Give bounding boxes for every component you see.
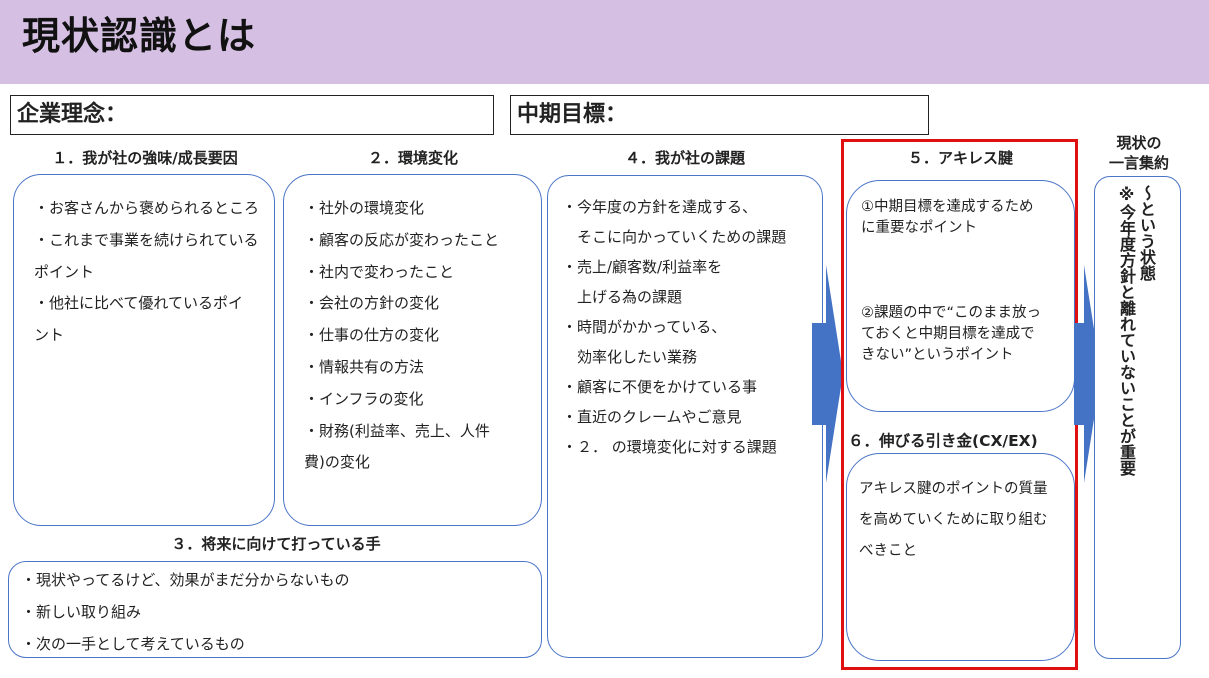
- philosophy-label: 企業理念：: [17, 102, 128, 127]
- trigger-box[interactable]: アキレス腱のポイントの質量 を高めていくために取り組む べきこと: [846, 453, 1075, 661]
- strength-item: ポイント: [34, 262, 95, 281]
- strength-item: ・他社に比べて優れているポイ: [34, 294, 243, 313]
- philosophy-label-box[interactable]: 企業理念：: [10, 95, 494, 135]
- issues-box[interactable]: ・今年度の方針を達成する、 そこに向かっていくための課題 ・売上/顧客数/利益率…: [547, 175, 823, 658]
- summary-title-line2: 一言集約: [1108, 154, 1169, 172]
- environment-item: ・財務(利益率、売上、人件: [304, 421, 490, 440]
- strength-title: １．我が社の強味/成長要因: [52, 149, 238, 167]
- strength-list: ・お客さんから褒められるところ ・これまで事業を続けられている ポイント ・他社…: [34, 193, 259, 352]
- strength-box[interactable]: ・お客さんから褒められるところ ・これまで事業を続けられている ポイント ・他社…: [13, 174, 275, 526]
- issues-item: ・２． の環境変化に対する課題: [562, 438, 777, 456]
- summary-title-line1: 現状の: [1116, 134, 1162, 152]
- strength-item: ・お客さんから褒められるところ: [34, 199, 260, 217]
- environment-item: ・インフラの変化: [304, 389, 424, 408]
- future-item: ・現状やってるけど、効果がまだ分からないもの: [21, 571, 350, 589]
- environment-item: ・情報共有の方法: [304, 357, 425, 376]
- environment-title: ２．環境変化: [367, 149, 458, 167]
- issues-list: ・今年度の方針を達成する、 そこに向かっていくための課題 ・売上/顧客数/利益率…: [562, 192, 786, 462]
- future-title: ３．将来に向けて打っている手: [171, 535, 381, 553]
- issues-item: 効率化したい業務: [562, 348, 698, 366]
- trigger-title: ６．伸びる引き金(CX/EX): [848, 432, 1038, 450]
- environment-item: ・顧客の反応が変わったこと: [304, 230, 500, 249]
- environment-item: ・会社の方針の変化: [304, 294, 440, 313]
- achilles-point-1: ①中期目標を達成するため に重要なポイント: [861, 199, 1034, 236]
- page-title: 現状認識とは: [22, 14, 257, 58]
- environment-item: ・社外の環境変化: [304, 199, 425, 217]
- issues-item: 上げる為の課題: [562, 288, 683, 306]
- achilles-point-2: ②課題の中で“このまま放っ ておくと中期目標を達成で きない”というポイント: [861, 305, 1042, 363]
- summary-box[interactable]: ～という状態 ※今年度方針と離れていないことが重要: [1094, 176, 1181, 659]
- future-box[interactable]: ・現状やってるけど、効果がまだ分からないもの ・新しい取り組み ・次の一手として…: [8, 561, 542, 658]
- issues-item: ・時間がかかっている、: [562, 318, 727, 336]
- strength-item: ント: [34, 326, 65, 345]
- environment-item: ・社内で変わったこと: [304, 262, 455, 281]
- issues-item: ・直近のクレームやご意見: [562, 408, 742, 426]
- future-item: ・次の一手として考えているもの: [21, 634, 245, 653]
- environment-item: 費)の変化: [304, 453, 370, 472]
- summary-text: ～という状態 ※今年度方針と離れていないことが重要: [1117, 185, 1156, 476]
- arrow-right-icon: [812, 265, 843, 483]
- midterm-label: 中期目標：: [517, 102, 628, 127]
- strength-item: ・これまで事業を続けられている: [34, 230, 259, 249]
- environment-list: ・社外の環境変化 ・顧客の反応が変わったこと ・社内で変わったこと ・会社の方針…: [304, 193, 499, 479]
- future-item: ・新しい取り組み: [21, 602, 142, 621]
- environment-box[interactable]: ・社外の環境変化 ・顧客の反応が変わったこと ・社内で変わったこと ・会社の方針…: [283, 174, 542, 526]
- issues-item: ・今年度の方針を達成する、: [562, 198, 758, 216]
- trigger-text: アキレス腱のポイントの質量 を高めていくために取り組む べきこと: [859, 481, 1048, 559]
- achilles-title: ５．アキレス腱: [907, 149, 1013, 167]
- issues-item: ・売上/顧客数/利益率を: [562, 258, 723, 276]
- issues-title: ４．我が社の課題: [624, 149, 745, 167]
- future-list: ・現状やってるけど、効果がまだ分からないもの ・新しい取り組み ・次の一手として…: [21, 565, 350, 660]
- achilles-box[interactable]: ①中期目標を達成するため に重要なポイント ②課題の中で“このまま放っ ておくと…: [846, 180, 1075, 412]
- issues-item: ・顧客に不便をかけている事: [562, 378, 758, 396]
- environment-item: ・仕事の仕方の変化: [304, 326, 440, 345]
- summary-title: 現状の 一言集約: [1094, 133, 1184, 173]
- midterm-label-box[interactable]: 中期目標：: [510, 95, 929, 135]
- issues-item: そこに向かっていくための課題: [562, 228, 787, 246]
